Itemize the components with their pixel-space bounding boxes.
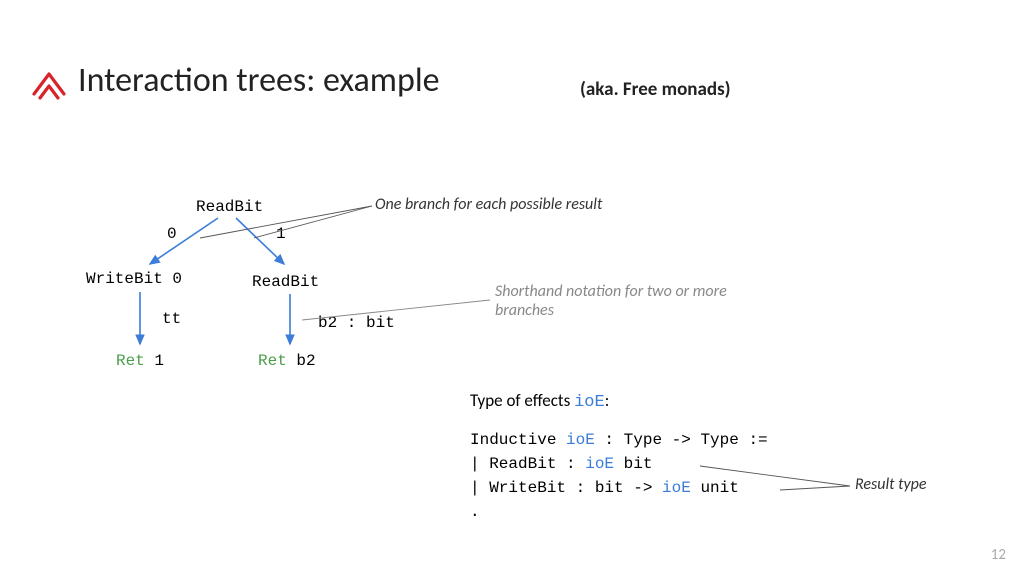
tree-root: ReadBit xyxy=(196,198,263,216)
slide-title: Interaction trees: example xyxy=(78,60,440,101)
tree-edge-right-label: 1 xyxy=(276,225,286,243)
slide-subtitle: (aka. Free monads) xyxy=(580,78,731,101)
page-number: 12 xyxy=(991,546,1006,564)
code-intro-ioE: ioE xyxy=(574,393,605,412)
ret-value: b2 xyxy=(287,352,316,370)
ret-keyword: Ret xyxy=(258,352,287,370)
annotation-shorthand-line1: Shorthand notation for two or more xyxy=(495,282,727,301)
code-block: Inductive ioE : Type -> Type := | ReadBi… xyxy=(470,428,768,524)
annotation-result-type: Result type xyxy=(855,475,927,494)
annotation-shorthand: Shorthand notation for two or more branc… xyxy=(495,282,727,320)
tree-right-leaf: Ret b2 xyxy=(258,352,316,370)
code-line-3: | WriteBit : bit -> ioE unit xyxy=(470,476,768,500)
code-line-4: . xyxy=(470,500,768,524)
code-intro: Type of effects ioE: xyxy=(470,390,609,412)
annotation-shorthand-line2: branches xyxy=(495,301,727,320)
tree-left-mid: tt xyxy=(162,310,181,328)
code-intro-post: : xyxy=(605,390,610,411)
tree-left-leaf: Ret 1 xyxy=(116,352,164,370)
code-intro-pre: Type of effects xyxy=(470,390,574,411)
ret-keyword: Ret xyxy=(116,352,145,370)
tree-left-child: WriteBit 0 xyxy=(86,270,182,288)
tree-right-child: ReadBit xyxy=(252,273,319,291)
tree-edge-left-label: 0 xyxy=(167,225,177,243)
logo-icon xyxy=(30,68,68,107)
annotation-branches: One branch for each possible result xyxy=(375,195,602,214)
code-line-1: Inductive ioE : Type -> Type := xyxy=(470,428,768,452)
ret-value: 1 xyxy=(145,352,164,370)
tree-right-mid: b2 : bit xyxy=(318,314,395,332)
code-line-2: | ReadBit : ioE bit xyxy=(470,452,768,476)
